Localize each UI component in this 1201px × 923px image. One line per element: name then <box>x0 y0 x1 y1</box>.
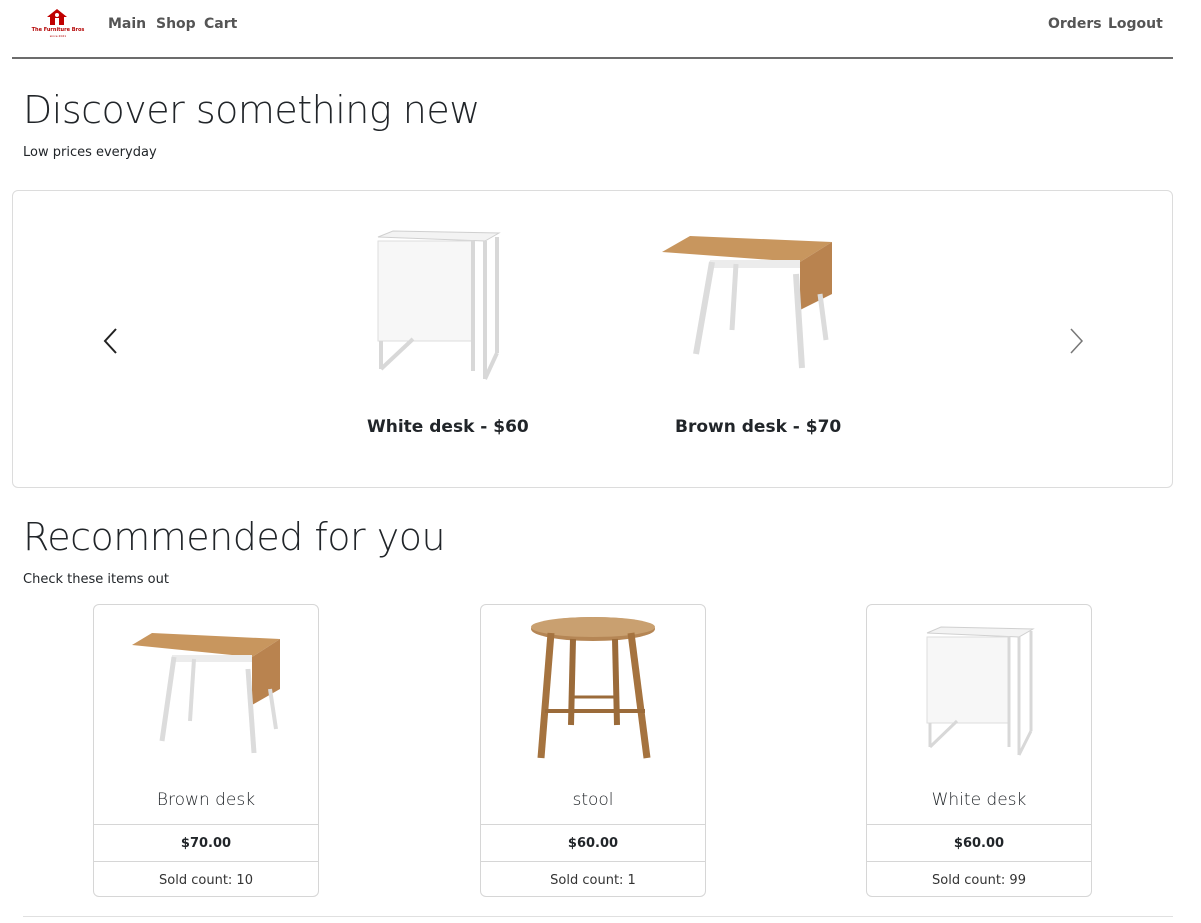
product-name[interactable]: Brown desk <box>94 790 318 810</box>
white-desk-image[interactable] <box>373 229 503 389</box>
nav-main[interactable]: Main <box>108 16 146 32</box>
product-price: $60.00 <box>481 824 705 861</box>
product-price: $60.00 <box>867 824 1091 861</box>
nav-shop[interactable]: Shop <box>156 16 196 32</box>
round-table-image[interactable] <box>481 613 705 778</box>
discover-subtitle: Low prices everyday <box>23 145 157 160</box>
product-card[interactable]: White desk $60.00 Sold count: 99 <box>866 604 1092 897</box>
brand-tagline: since 2021 <box>49 34 67 38</box>
product-card[interactable]: stool $60.00 Sold count: 1 <box>480 604 706 897</box>
product-card[interactable]: Brown desk $70.00 Sold count: 10 <box>93 604 319 897</box>
carousel-prev-button[interactable] <box>101 326 121 356</box>
nav-orders[interactable]: Orders <box>1048 16 1102 32</box>
white-desk-image[interactable] <box>867 613 1091 778</box>
brown-desk-image[interactable] <box>94 613 318 778</box>
product-sold-count: Sold count: 99 <box>867 861 1091 896</box>
carousel-caption-brown-desk: Brown desk - $70 <box>675 417 842 437</box>
chevron-right-icon <box>1070 328 1084 354</box>
brown-desk-image[interactable] <box>660 234 838 378</box>
brand-logo[interactable]: The Furniture Bros since 2021 <box>30 8 86 40</box>
product-name[interactable]: stool <box>481 790 705 810</box>
nav-cart[interactable]: Cart <box>204 16 237 32</box>
recommended-subtitle: Check these items out <box>23 572 169 587</box>
brand-name: The Furniture Bros <box>31 27 85 33</box>
product-sold-count: Sold count: 1 <box>481 861 705 896</box>
product-sold-count: Sold count: 10 <box>94 861 318 896</box>
navbar: The Furniture Bros since 2021 Main Shop … <box>12 0 1173 59</box>
product-name[interactable]: White desk <box>867 790 1091 810</box>
featured-carousel: White desk - $60 Brown desk - $70 <box>12 190 1173 488</box>
footer-divider <box>23 916 1173 917</box>
discover-title: Discover something new <box>23 88 480 132</box>
house-icon <box>47 9 67 25</box>
carousel-next-button[interactable] <box>1066 326 1086 356</box>
product-price: $70.00 <box>94 824 318 861</box>
recommended-title: Recommended for you <box>23 515 446 559</box>
chevron-left-icon <box>103 328 117 354</box>
carousel-caption-white-desk: White desk - $60 <box>367 417 529 437</box>
nav-logout[interactable]: Logout <box>1108 16 1163 32</box>
